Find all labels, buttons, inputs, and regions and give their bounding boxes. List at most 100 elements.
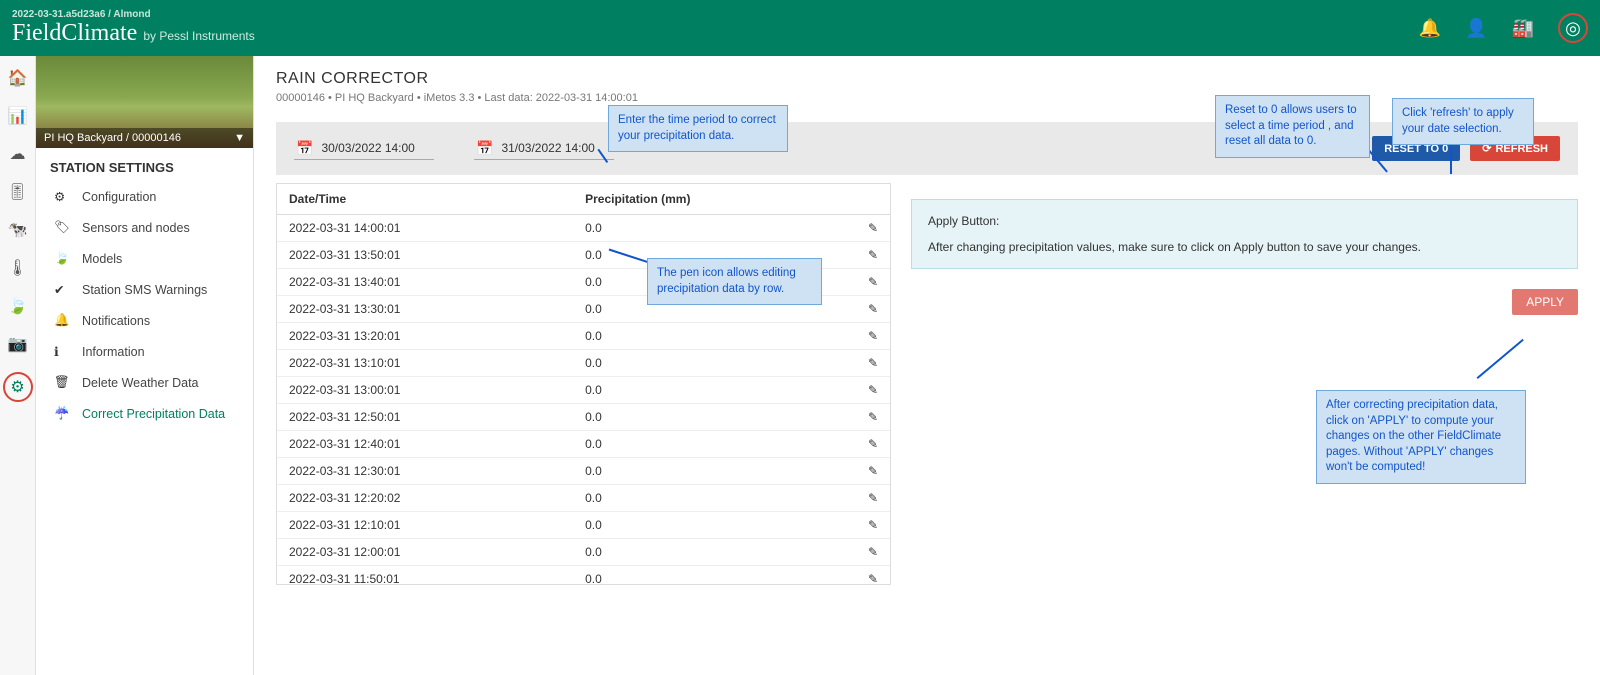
sidebar-item-delete-weather-data[interactable]: 🗑Delete Weather Data	[36, 367, 253, 398]
sliders-icon[interactable]: 🎚	[7, 182, 27, 202]
sidebar-item-station-sms-warnings[interactable]: ✔ Station SMS Warnings	[36, 274, 253, 305]
cell-precip: 0.0	[573, 350, 856, 377]
sidebar-item-configuration[interactable]: ⚙ Configuration	[36, 181, 253, 212]
sidebar-item-label: Sensors and nodes	[82, 221, 190, 235]
table-row: 2022-03-31 12:30:010.0 ✎	[277, 458, 890, 485]
sidebar-item-icon: ☔	[54, 406, 68, 421]
cell-precip: 0.0	[573, 404, 856, 431]
pencil-icon[interactable]: ✎	[868, 356, 878, 370]
sidebar-item-correct-precipitation-data[interactable]: ☔ Correct Precipitation Data	[36, 398, 253, 429]
pencil-icon[interactable]: ✎	[868, 383, 878, 397]
right-panel: Apply Button: After changing precipitati…	[911, 183, 1578, 315]
col-datetime: Date/Time	[277, 184, 573, 215]
sidebar-item-label: Configuration	[82, 190, 156, 204]
table-row: 2022-03-31 13:20:010.0✎	[277, 323, 890, 350]
cell-datetime: 2022-03-31 12:20:02	[277, 485, 573, 512]
cell-datetime: 2022-03-31 12:10:01	[277, 512, 573, 539]
pencil-icon[interactable]: ✎	[868, 275, 878, 289]
pencil-icon[interactable]: ✎	[868, 572, 878, 584]
callout-refresh: Click 'refresh' to apply your date selec…	[1392, 98, 1534, 145]
date-to-value: 31/03/2022 14:00	[501, 141, 594, 155]
page-subtitle: 00000146 • PI HQ Backyard • iMetos 3.3 •…	[276, 92, 1578, 104]
leaf-icon[interactable]: 🍃	[8, 296, 28, 316]
pencil-icon[interactable]: ✎	[868, 491, 878, 505]
cell-datetime: 2022-03-31 12:00:01	[277, 539, 573, 566]
sidebar: PI HQ Backyard / 00000146 ▼ STATION SETT…	[36, 56, 254, 675]
table-row: 2022-03-31 12:50:010.0 ✎	[277, 404, 890, 431]
bell-icon[interactable]: 🔔	[1419, 18, 1441, 39]
callout-pen: The pen icon allows editing precipitatio…	[647, 258, 822, 305]
sidebar-item-icon: ✔	[54, 282, 68, 297]
cell-datetime: 2022-03-31 12:50:01	[277, 404, 573, 431]
main: RAIN CORRECTOR 00000146 • PI HQ Backyard…	[254, 56, 1600, 675]
pencil-icon[interactable]: ✎	[868, 437, 878, 451]
pencil-icon[interactable]: ✎	[868, 302, 878, 316]
user-icon[interactable]: 👤	[1465, 18, 1487, 39]
sidebar-item-notifications[interactable]: 🔔 Notifications	[36, 305, 253, 336]
pencil-icon[interactable]: ✎	[868, 221, 878, 235]
cell-datetime: 2022-03-31 12:40:01	[277, 431, 573, 458]
table-row: 2022-03-31 14:00:010.0✎	[277, 215, 890, 242]
cell-precip: 0.0	[573, 458, 856, 485]
sidebar-item-label: Correct Precipitation Data	[82, 407, 225, 421]
sidebar-item-label: Station SMS Warnings	[82, 283, 207, 297]
cell-precip: 0.0	[573, 566, 856, 585]
cell-datetime: 2022-03-31 12:30:01	[277, 458, 573, 485]
cell-precip: 0.0	[573, 431, 856, 458]
table-row: 2022-03-31 12:10:010.0 ✎	[277, 512, 890, 539]
stations-icon[interactable]: 🏭	[1512, 18, 1534, 39]
sidebar-item-sensors-and-nodes[interactable]: 🏷 Sensors and nodes	[36, 212, 253, 243]
sidebar-item-label: Information	[82, 345, 145, 359]
cell-precip: 0.0	[573, 539, 856, 566]
date-from-value: 30/03/2022 14:00	[321, 141, 414, 155]
table-row: 2022-03-31 13:00:010.0✎	[277, 377, 890, 404]
table-row: 2022-03-31 12:20:020.0 ✎	[277, 485, 890, 512]
pencil-icon[interactable]: ✎	[868, 518, 878, 532]
broadcast-highlight-circle: ◎	[1558, 13, 1588, 43]
callout-date: Enter the time period to correct your pr…	[608, 105, 788, 152]
pencil-icon[interactable]: ✎	[868, 410, 878, 424]
cell-datetime: 2022-03-31 13:40:01	[277, 269, 573, 296]
sidebar-item-icon: 🏷	[54, 220, 68, 235]
calendar-icon: 📅	[476, 140, 493, 157]
col-edit	[856, 184, 890, 215]
date-from-input[interactable]: 📅 30/03/2022 14:00	[294, 138, 434, 160]
cell-precip: 0.0	[573, 512, 856, 539]
brand-sub: by Pessl Instruments	[143, 29, 254, 43]
date-to-input[interactable]: 📅 31/03/2022 14:00	[474, 138, 614, 160]
broadcast-icon[interactable]: ◎	[1565, 18, 1581, 39]
pencil-icon[interactable]: ✎	[868, 464, 878, 478]
sidebar-item-icon: ⚙	[54, 189, 68, 204]
weather-icon[interactable]: ☁	[10, 144, 26, 164]
thermo-icon[interactable]: 🌡	[7, 258, 27, 278]
apply-info-box: Apply Button: After changing precipitati…	[911, 199, 1578, 269]
animal-icon[interactable]: 🐄	[8, 220, 28, 240]
chart-icon[interactable]: 📊	[8, 106, 28, 126]
banner-caption-text: PI HQ Backyard / 00000146	[44, 132, 181, 144]
sidebar-item-icon: ℹ	[54, 344, 68, 359]
sidebar-item-icon: 🔔	[54, 313, 68, 328]
cell-datetime: 2022-03-31 13:20:01	[277, 323, 573, 350]
sidebar-item-icon: 🍃	[54, 251, 68, 266]
sidebar-item-information[interactable]: ℹ Information	[36, 336, 253, 367]
sidebar-item-label: Models	[82, 252, 122, 266]
page-title: RAIN CORRECTOR	[276, 70, 1578, 88]
col-precip: Precipitation (mm)	[573, 184, 856, 215]
pencil-icon[interactable]: ✎	[868, 545, 878, 559]
home-icon[interactable]: 🏠	[8, 68, 28, 88]
brand-main: FieldClimate	[12, 20, 137, 47]
table-row: 2022-03-31 11:50:010.0✎	[277, 566, 890, 585]
sidebar-item-models[interactable]: 🍃 Models	[36, 243, 253, 274]
cell-datetime: 2022-03-31 13:30:01	[277, 296, 573, 323]
banner-caption[interactable]: PI HQ Backyard / 00000146 ▼	[36, 128, 253, 148]
apply-button[interactable]: APPLY	[1512, 289, 1578, 315]
header-meta: 2022-03-31.a5d23a6 / Almond	[12, 9, 255, 20]
gear-icon[interactable]: ⚙	[10, 377, 24, 397]
cell-precip: 0.0	[573, 485, 856, 512]
calendar-icon: 📅	[296, 140, 313, 157]
camera-icon[interactable]: 📷	[8, 334, 28, 354]
pencil-icon[interactable]: ✎	[868, 329, 878, 343]
sidebar-item-label: Notifications	[82, 314, 150, 328]
pencil-icon[interactable]: ✎	[868, 248, 878, 262]
chevron-down-icon: ▼	[234, 132, 245, 144]
